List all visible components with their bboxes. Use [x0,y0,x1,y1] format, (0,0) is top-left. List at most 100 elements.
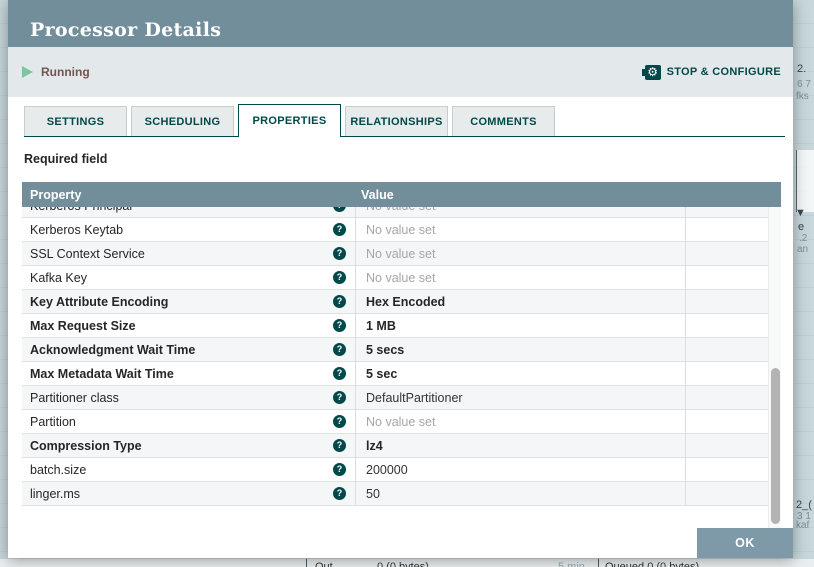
property-name-cell: Kerberos Keytab? [22,218,355,241]
tab-settings[interactable]: SETTINGS [24,106,127,136]
background-statusbar: Out 0 (0 bytes) 5 min Queued 0 (0 bytes) [0,558,814,567]
table-scrollbar-track[interactable] [768,207,781,528]
canvas-text-fragment: .2 [799,233,808,244]
property-value-cell: 200000 [355,458,685,481]
property-name: batch.size [30,462,87,477]
tab-label: SETTINGS [46,115,105,128]
property-row: Max Request Size? 1 MB [22,314,768,338]
property-name-cell: Max Request Size? [22,314,355,337]
property-value-cell: No value set [355,266,685,289]
property-value-cell: 1 MB [355,314,685,337]
dialog-statusbar: Running ⚙ STOP & CONFIGURE [8,47,793,97]
property-help-icon[interactable]: ? [333,439,346,452]
canvas-text-fragment: 2_( [796,499,812,511]
property-help-icon[interactable]: ? [333,319,346,332]
property-help-icon[interactable]: ? [333,223,346,236]
property-extra-cell [685,207,768,217]
property-name: Partitioner class [30,390,119,405]
canvas-text-fragment: 6 7 [797,79,811,90]
property-extra-cell [685,290,768,313]
dialog-title: Processor Details [30,18,222,41]
property-help-icon[interactable]: ? [333,415,346,428]
statusbar-text-fragment: Queued 0 (0 bytes) [605,561,700,567]
property-name: linger.ms [30,486,81,501]
property-help-icon[interactable]: ? [333,247,346,260]
property-name: SSL Context Service [30,246,145,261]
statusbar-divider [306,559,307,567]
property-name: Partition [30,414,76,429]
run-status: Running [22,65,90,79]
run-status-label: Running [41,65,90,79]
property-extra-cell [685,314,768,337]
property-name-cell: batch.size? [22,458,355,481]
property-help-icon[interactable]: ? [333,343,346,356]
property-help-icon[interactable]: ? [333,391,346,404]
property-row: Key Attribute Encoding? Hex Encoded [22,290,768,314]
property-extra-cell [685,410,768,433]
property-name: Max Request Size [30,318,136,333]
stop-configure-label: STOP & CONFIGURE [666,66,781,78]
property-help-icon[interactable]: ? [333,207,346,212]
processor-details-dialog: Processor Details Running ⚙ STOP & CONFI… [8,0,793,558]
property-row: SSL Context Service? No value set [22,242,768,266]
property-name-cell: Kerberos Principal? [22,207,355,217]
tab-label: PROPERTIES [252,115,327,127]
table-scrollbar-thumb[interactable] [771,368,780,524]
property-help-icon[interactable]: ? [333,295,346,308]
tab-label: SCHEDULING [144,115,221,128]
property-extra-cell [685,242,768,265]
ok-button[interactable]: OK [697,528,793,558]
property-name: Kerberos Keytab [30,222,124,237]
tab-properties[interactable]: PROPERTIES [238,104,341,137]
column-header-property: Property [30,187,82,202]
property-name: Kerberos Principal [30,207,132,213]
property-extra-cell [685,386,768,409]
property-help-icon[interactable]: ? [333,463,346,476]
property-help-icon[interactable]: ? [333,367,346,380]
property-name: Acknowledgment Wait Time [30,342,196,357]
tab-scheduling[interactable]: SCHEDULING [131,106,234,136]
tab-bar: SETTINGS SCHEDULING PROPERTIES RELATIONSHIP… [24,104,785,137]
tab-relationships[interactable]: RELATIONSHIPS [345,106,448,136]
properties-table-header: Property Value [22,182,781,207]
canvas-text-fragment: an [797,244,809,255]
required-field-note: Required field [24,152,108,166]
property-value-cell: 5 secs [355,338,685,361]
property-extra-cell [685,218,768,241]
statusbar-text-fragment: 5 min [558,561,585,567]
property-name-cell: Kafka Key? [22,266,355,289]
property-row: Kerberos Principal?No value set [22,207,768,218]
tab-comments[interactable]: COMMENTS [452,106,555,136]
property-row: Max Metadata Wait Time? 5 sec [22,362,768,386]
property-value-cell: Hex Encoded [355,290,685,313]
property-name: Compression Type [30,438,142,453]
canvas-text-fragment: fks [796,91,809,102]
property-help-icon[interactable]: ? [333,271,346,284]
stop-and-configure-button[interactable]: ⚙ STOP & CONFIGURE [641,64,781,80]
tab-label: RELATIONSHIPS [350,115,443,128]
property-name-cell: Max Metadata Wait Time? [22,362,355,385]
canvas-text-fragment: ▼ [795,207,806,219]
property-row: batch.size? 200000 [22,458,768,482]
property-value-cell: No value set [355,218,685,241]
property-value-cell: No value set [355,410,685,433]
property-name: Key Attribute Encoding [30,294,169,309]
property-row: linger.ms? 50 [22,482,768,506]
property-name-cell: Compression Type? [22,434,355,457]
property-extra-cell [685,338,768,361]
column-header-value: Value [361,187,394,202]
property-help-icon[interactable]: ? [333,487,346,500]
property-extra-cell [685,482,768,505]
property-extra-cell [685,266,768,289]
property-value-cell: No value set [355,242,685,265]
property-name: Max Metadata Wait Time [30,366,174,381]
property-extra-cell [685,458,768,481]
property-row: Partitioner class? DefaultPartitioner [22,386,768,410]
property-value-cell: 5 sec [355,362,685,385]
canvas-text-fragment: 2. [797,63,807,75]
property-name-cell: Partition? [22,410,355,433]
property-value-cell: DefaultPartitioner [355,386,685,409]
property-row: Compression Type? lz4 [22,434,768,458]
property-name-cell: Acknowledgment Wait Time? [22,338,355,361]
property-extra-cell [685,362,768,385]
